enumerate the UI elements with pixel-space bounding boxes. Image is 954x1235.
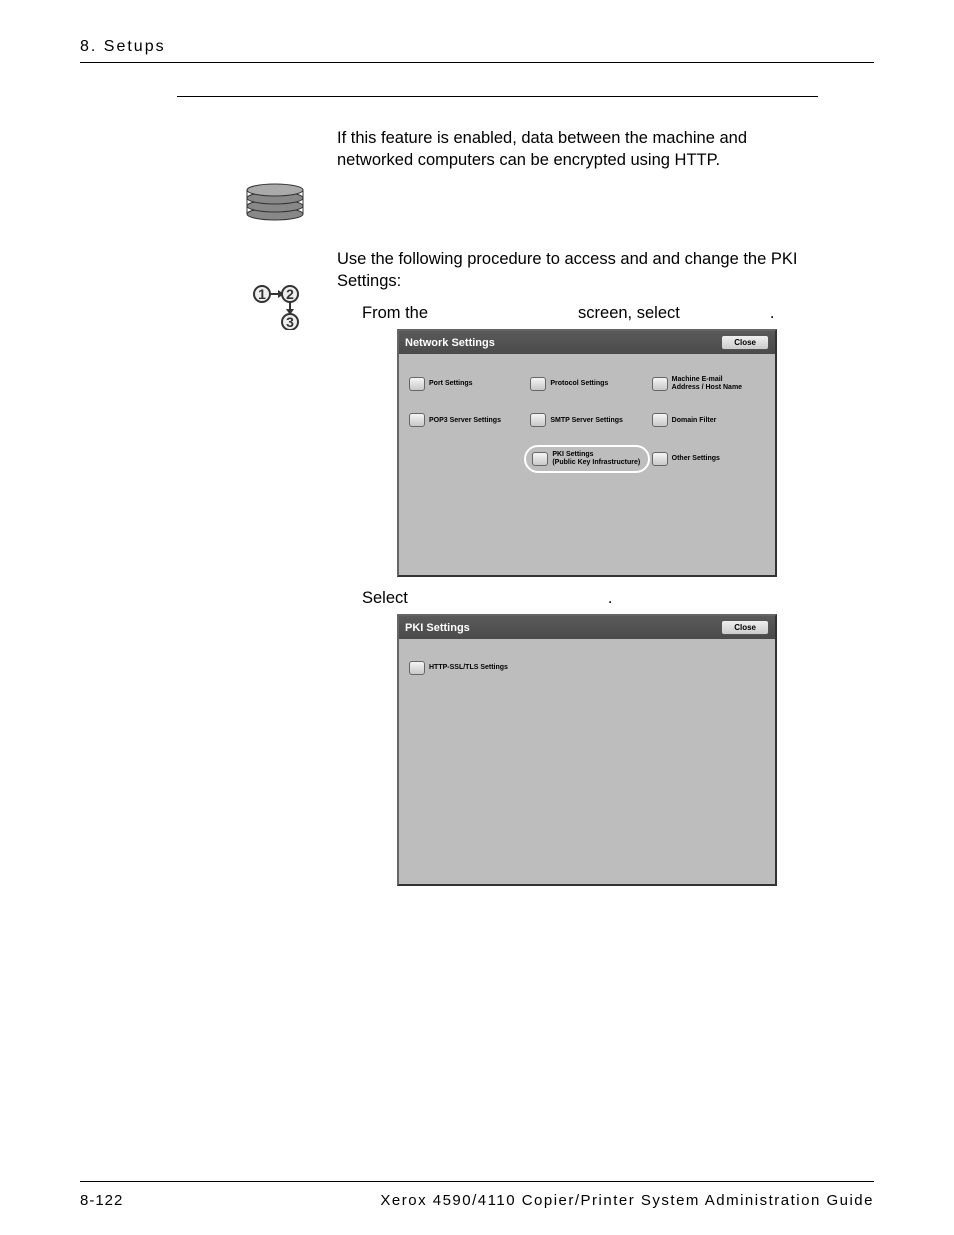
port-settings-button[interactable]: Port Settings <box>409 376 522 391</box>
machine-email-button[interactable]: Machine E-mailAddress / Host Name <box>652 376 765 391</box>
step-1-text: From thescreen, select. <box>362 304 802 323</box>
close-button[interactable]: Close <box>721 335 769 350</box>
svg-text:1: 1 <box>258 286 266 302</box>
close-button-2[interactable]: Close <box>721 620 769 635</box>
dialog-title-2: PKI Settings <box>405 622 470 634</box>
step-2-text: Select. <box>362 589 802 608</box>
page-header: 8. Setups <box>80 38 874 63</box>
dialog-body-2: HTTP-SSL/TLS Settings <box>399 639 775 855</box>
pki-settings-highlight: PKI Settings(Public Key Infrastructure) <box>524 445 649 472</box>
document-title: Xerox 4590/4110 Copier/Printer System Ad… <box>380 1192 874 1209</box>
dialog-body: Port Settings Protocol Settings Machine … <box>399 354 775 513</box>
section-label: 8. Setups <box>80 38 166 55</box>
dialog-header: Network Settings Close <box>399 331 775 354</box>
other-settings-button[interactable]: Other Settings <box>652 449 765 468</box>
steps-icon: 1 2 3 <box>252 282 300 330</box>
paragraph-2: Use the following procedure to access an… <box>337 248 817 293</box>
pki-settings-button[interactable]: PKI Settings(Public Key Infrastructure) <box>532 451 641 466</box>
dialog-header-2: PKI Settings Close <box>399 616 775 639</box>
http-ssl-tls-settings-button[interactable]: HTTP-SSL/TLS Settings <box>409 661 765 675</box>
page-footer: 8-122 Xerox 4590/4110 Copier/Printer Sys… <box>80 1181 874 1209</box>
svg-text:2: 2 <box>286 286 294 302</box>
domain-filter-button[interactable]: Domain Filter <box>652 413 765 427</box>
screenshot-network-settings: Network Settings Close Port Settings Pro… <box>397 329 777 577</box>
dialog-title: Network Settings <box>405 337 495 349</box>
screenshot-pki-settings: PKI Settings Close HTTP-SSL/TLS Settings <box>397 614 777 886</box>
printer-icon <box>240 180 310 222</box>
smtp-server-settings-button[interactable]: SMTP Server Settings <box>530 413 643 427</box>
pop3-server-settings-button[interactable]: POP3 Server Settings <box>409 413 522 427</box>
page-number: 8-122 <box>80 1192 123 1209</box>
protocol-settings-button[interactable]: Protocol Settings <box>530 376 643 391</box>
paragraph-1: If this feature is enabled, data between… <box>337 127 797 172</box>
svg-text:3: 3 <box>286 314 294 330</box>
